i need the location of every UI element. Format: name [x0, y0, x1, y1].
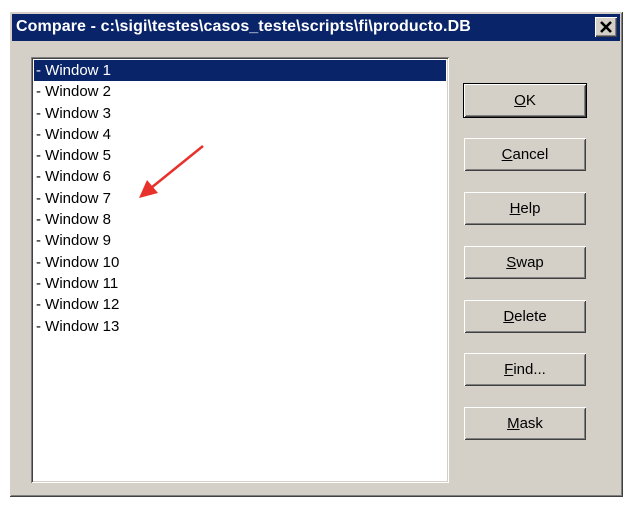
find-mnemonic: F: [504, 361, 514, 378]
ok-mnemonic: O: [514, 92, 526, 109]
cancel-label: ancel: [512, 146, 549, 163]
title-bar[interactable]: Compare - c:\sigi\testes\casos_teste\scr…: [12, 14, 620, 41]
ok-button[interactable]: OK: [464, 84, 586, 117]
list-item[interactable]: - Window 5: [34, 145, 446, 166]
close-button[interactable]: [595, 17, 617, 37]
delete-button[interactable]: Delete: [464, 300, 586, 333]
list-item[interactable]: - Window 7: [34, 188, 446, 209]
list-item[interactable]: - Window 8: [34, 209, 446, 230]
window-listbox[interactable]: - Window 1- Window 2- Window 3- Window 4…: [31, 57, 449, 483]
window-list: - Window 1- Window 2- Window 3- Window 4…: [34, 60, 446, 337]
window-title: Compare - c:\sigi\testes\casos_teste\scr…: [16, 18, 471, 35]
help-label: elp: [520, 200, 541, 217]
list-item[interactable]: - Window 1: [34, 60, 446, 82]
swap-label: wap: [516, 254, 544, 271]
list-item[interactable]: - Window 2: [34, 81, 446, 102]
cancel-mnemonic: C: [501, 146, 513, 163]
find-label: ind...: [513, 361, 546, 378]
cancel-button[interactable]: Cancel: [464, 138, 586, 171]
list-item[interactable]: - Window 13: [34, 316, 446, 337]
list-item[interactable]: - Window 4: [34, 124, 446, 145]
help-button[interactable]: Help: [464, 192, 586, 225]
list-item[interactable]: - Window 12: [34, 294, 446, 315]
delete-mnemonic: D: [503, 308, 515, 325]
mask-button[interactable]: Mask: [464, 407, 586, 440]
find-button[interactable]: Find...: [464, 353, 586, 386]
list-item[interactable]: - Window 11: [34, 273, 446, 294]
help-mnemonic: H: [509, 200, 521, 217]
list-item[interactable]: - Window 6: [34, 166, 446, 187]
list-item[interactable]: - Window 9: [34, 230, 446, 251]
swap-button[interactable]: Swap: [464, 246, 586, 279]
compare-dialog: Compare - c:\sigi\testes\casos_teste\scr…: [9, 11, 623, 497]
swap-mnemonic: S: [506, 254, 517, 271]
mask-mnemonic: M: [507, 415, 520, 432]
list-item[interactable]: - Window 3: [34, 103, 446, 124]
close-icon: [600, 21, 612, 33]
ok-label: K: [525, 92, 536, 109]
delete-label: elete: [514, 308, 547, 325]
mask-label: ask: [519, 415, 543, 432]
list-item[interactable]: - Window 10: [34, 252, 446, 273]
